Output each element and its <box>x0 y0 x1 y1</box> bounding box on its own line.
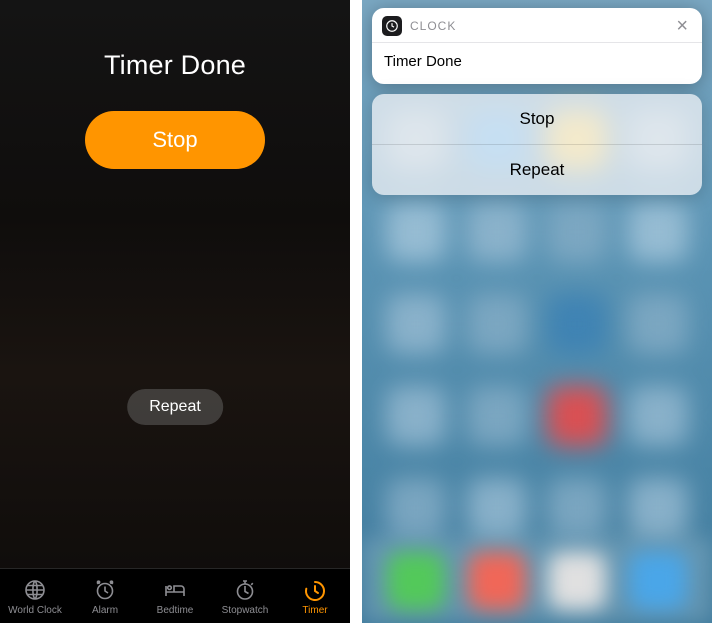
notification-repeat-button[interactable]: Repeat <box>372 144 702 195</box>
tab-bar: World Clock Alarm Bedtime <box>0 568 350 623</box>
stop-button[interactable]: Stop <box>85 111 265 169</box>
home-screen-notification: CLOCK × Timer Done Stop Repeat <box>362 0 712 623</box>
globe-icon <box>23 577 47 603</box>
dock-blurred <box>362 538 712 623</box>
notification-3d-touch: CLOCK × Timer Done Stop Repeat <box>372 8 702 195</box>
tab-label: Timer <box>302 605 327 616</box>
notification-card[interactable]: CLOCK × Timer Done <box>372 8 702 84</box>
timer-done-panel: Timer Done Stop <box>0 0 350 568</box>
stopwatch-icon <box>233 577 257 603</box>
tab-label: Alarm <box>92 605 118 616</box>
clock-app-screen: Timer Done Stop Repeat World Clock <box>0 0 350 623</box>
alarm-icon <box>93 577 117 603</box>
tab-label: World Clock <box>8 605 62 616</box>
notification-message: Timer Done <box>372 43 702 84</box>
clock-app-icon <box>382 16 402 36</box>
notification-stop-button[interactable]: Stop <box>372 94 702 144</box>
tab-alarm[interactable]: Alarm <box>70 577 140 616</box>
tab-label: Stopwatch <box>222 605 269 616</box>
notification-actions: Stop Repeat <box>372 94 702 195</box>
notification-header: CLOCK × <box>372 8 702 42</box>
close-icon[interactable]: × <box>672 16 692 36</box>
repeat-button[interactable]: Repeat <box>127 389 223 425</box>
tab-timer[interactable]: Timer <box>280 577 350 616</box>
timer-done-title: Timer Done <box>104 50 246 81</box>
timer-icon <box>303 577 327 603</box>
tab-world-clock[interactable]: World Clock <box>0 577 70 616</box>
bed-icon <box>163 577 187 603</box>
notification-app-name: CLOCK <box>410 19 664 33</box>
tab-bedtime[interactable]: Bedtime <box>140 577 210 616</box>
tab-stopwatch[interactable]: Stopwatch <box>210 577 280 616</box>
tab-label: Bedtime <box>157 605 194 616</box>
